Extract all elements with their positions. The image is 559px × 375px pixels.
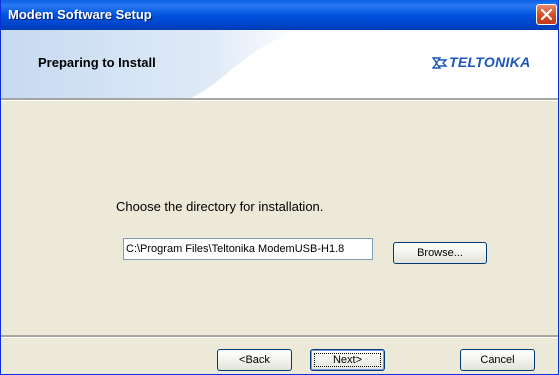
cancel-button[interactable]: Cancel [460,349,535,371]
footer-divider [1,335,558,338]
focus-rectangle [314,353,381,367]
window-title: Modem Software Setup [8,7,152,22]
page-title: Preparing to Install [38,55,156,70]
directory-prompt: Choose the directory for installation. [116,199,324,214]
wizard-header: Preparing to Install TELTONIKA [1,30,558,98]
back-button[interactable]: <Back [217,349,292,371]
install-path-input[interactable] [123,238,373,260]
close-icon [540,8,553,21]
title-bar[interactable]: Modem Software Setup [1,0,558,30]
teltonika-logo: TELTONIKA [431,52,553,76]
next-button[interactable]: Next> [310,349,385,371]
teltonika-logo-icon [431,57,448,69]
setup-window: Modem Software Setup Preparing to Instal… [0,0,559,375]
browse-button[interactable]: Browse... [393,242,487,264]
close-button[interactable] [536,4,557,25]
header-divider [1,98,558,101]
logo-text: TELTONIKA [449,54,531,70]
